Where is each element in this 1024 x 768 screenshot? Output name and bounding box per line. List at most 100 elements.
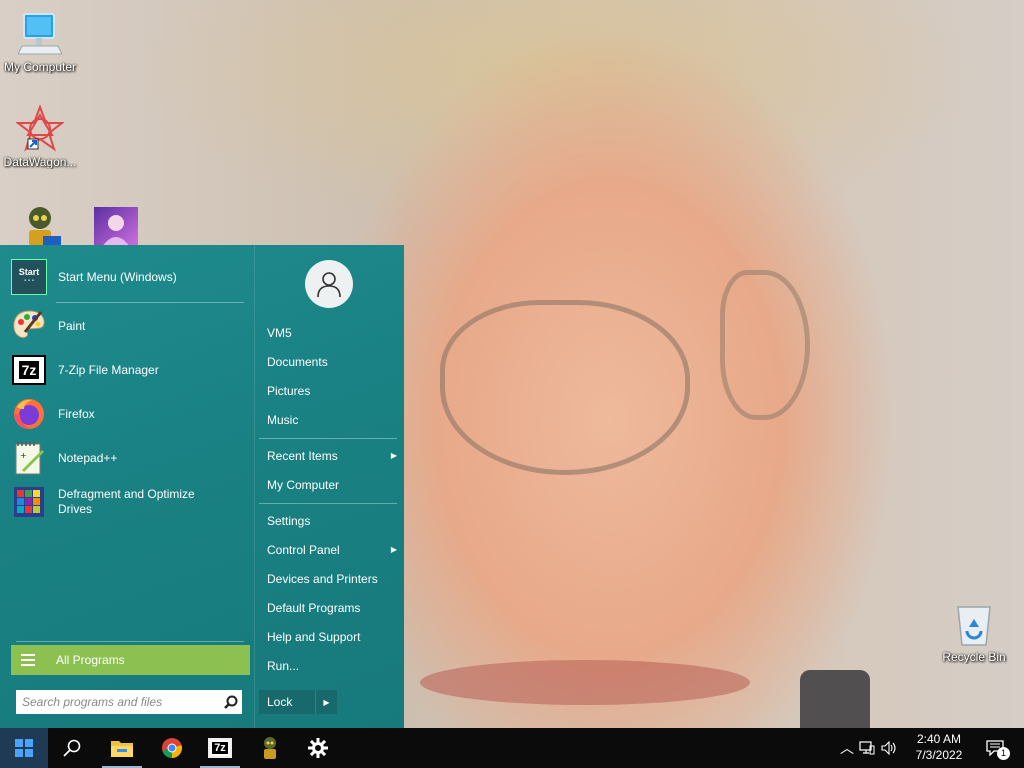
program-notepad-plus-plus[interactable]: + Notepad++ xyxy=(10,437,244,479)
menu-item-label: Settings xyxy=(267,514,311,528)
menu-item-documents[interactable]: Documents xyxy=(267,351,397,373)
volume-icon[interactable] xyxy=(878,741,900,755)
search-icon[interactable] xyxy=(220,695,242,709)
defrag-icon xyxy=(10,483,48,521)
user-avatar[interactable] xyxy=(305,260,353,308)
7zip-icon: 7z xyxy=(208,738,232,758)
menu-item-settings[interactable]: Settings xyxy=(267,510,397,532)
search-box[interactable] xyxy=(16,690,242,714)
menu-item-music[interactable]: Music xyxy=(267,409,397,431)
desktop-icon-label: Recycle Bin xyxy=(942,650,1006,664)
menu-item-label: Devices and Printers xyxy=(267,572,378,586)
menu-item-label: Run... xyxy=(267,659,300,673)
program-start-menu-windows[interactable]: Start ▪ ▪ ▪ Start Menu (Windows) xyxy=(10,256,244,298)
chevron-right-icon: ▶ xyxy=(390,545,397,554)
menu-item-recent-items[interactable]: Recent Items ▶ xyxy=(267,445,397,467)
separator xyxy=(259,438,397,439)
desktop-icon-my-computer[interactable]: My Computer xyxy=(0,10,80,74)
wallpaper-detail xyxy=(800,670,870,730)
menu-item-help-and-support[interactable]: Help and Support xyxy=(267,626,397,648)
menu-item-label: Pictures xyxy=(267,384,311,398)
settings-gear-icon xyxy=(308,738,328,758)
search-input[interactable] xyxy=(16,691,220,713)
program-label: Start Menu (Windows) xyxy=(58,269,177,284)
taskbar-clock[interactable]: 2:40 AM 7/3/2022 xyxy=(900,731,978,763)
robot-app-icon xyxy=(264,737,276,759)
user-icon xyxy=(317,272,341,298)
datawagon-icon xyxy=(16,105,64,153)
start-menu-programs-pane: Start ▪ ▪ ▪ Start Menu (Windows) Paint 7z xyxy=(0,245,254,728)
clock-date: 7/3/2022 xyxy=(915,748,963,762)
menu-item-label: My Computer xyxy=(267,478,340,492)
chrome-icon xyxy=(162,738,182,758)
start-menu-icon: Start ▪ ▪ ▪ xyxy=(10,258,48,296)
notification-badge: 1 xyxy=(997,747,1010,760)
taskbar-search-button[interactable] xyxy=(48,728,96,768)
list-icon xyxy=(21,651,35,669)
menu-item-my-computer[interactable]: My Computer xyxy=(267,474,397,496)
monitor-icon xyxy=(16,10,64,58)
program-label: 7-Zip File Manager xyxy=(58,362,159,377)
start-menu-places-pane: VM5 Documents Pictures Music Recent Item… xyxy=(254,245,404,728)
taskbar-chrome[interactable] xyxy=(148,728,196,768)
desktop-icon-label: My Computer xyxy=(3,60,77,74)
taskbar-file-explorer[interactable] xyxy=(98,728,146,768)
menu-item-label: Default Programs xyxy=(267,601,361,615)
taskbar-7zip[interactable]: 7z xyxy=(196,728,244,768)
recycle-bin-icon xyxy=(950,600,998,648)
lock-button[interactable]: Lock ▶ xyxy=(259,690,337,714)
notepad-plus-plus-icon: + xyxy=(10,439,48,477)
system-tray: ︿ xyxy=(838,728,900,768)
7zip-icon: 7z xyxy=(10,351,48,389)
separator xyxy=(16,641,244,642)
menu-item-default-programs[interactable]: Default Programs xyxy=(267,597,397,619)
wallpaper-detail xyxy=(720,270,810,420)
taskbar: 7z ︿ 2:40 AM 7/3/2022 1 xyxy=(0,728,1024,768)
program-paint[interactable]: Paint xyxy=(10,305,244,347)
menu-item-label: Control Panel xyxy=(267,543,340,557)
program-firefox[interactable]: Firefox xyxy=(10,393,244,435)
program-label: Firefox xyxy=(58,406,95,421)
menu-item-label: Music xyxy=(267,413,299,427)
program-7zip[interactable]: 7z 7-Zip File Manager xyxy=(10,349,244,391)
network-icon[interactable] xyxy=(856,741,878,755)
chevron-right-icon: ▶ xyxy=(390,451,397,460)
menu-item-label: VM5 xyxy=(267,326,292,340)
start-menu: Start ▪ ▪ ▪ Start Menu (Windows) Paint 7z xyxy=(0,245,404,728)
desktop-icon-datawagon[interactable]: DataWagon... xyxy=(0,105,80,169)
wallpaper-detail xyxy=(440,300,690,475)
separator xyxy=(56,302,244,303)
program-defragment[interactable]: Defragment and Optimize Drives xyxy=(10,481,244,523)
start-button[interactable] xyxy=(0,728,48,768)
menu-item-devices-and-printers[interactable]: Devices and Printers xyxy=(267,568,397,590)
all-programs-button[interactable]: All Programs xyxy=(11,645,250,675)
search-icon xyxy=(63,739,81,757)
menu-item-label: Recent Items xyxy=(267,449,338,463)
file-explorer-icon xyxy=(111,741,133,757)
chevron-up-icon[interactable]: ︿ xyxy=(838,738,856,758)
svg-text:+: + xyxy=(20,451,27,460)
taskbar-settings[interactable] xyxy=(294,728,342,768)
all-programs-label: All Programs xyxy=(56,653,125,667)
menu-item-label: Help and Support xyxy=(267,630,361,644)
firefox-icon xyxy=(10,395,48,433)
clock-time: 2:40 AM xyxy=(916,732,962,746)
anime-shortcut-icon xyxy=(92,203,140,251)
desktop-icon-label: DataWagon... xyxy=(3,155,77,169)
separator xyxy=(259,503,397,504)
wallpaper-detail xyxy=(420,660,750,705)
program-label: Notepad++ xyxy=(58,450,118,465)
menu-item-pictures[interactable]: Pictures xyxy=(267,380,397,402)
robot-shortcut-icon xyxy=(16,203,64,251)
action-center-button[interactable]: 1 xyxy=(980,728,1010,768)
desktop-icon-recycle-bin[interactable]: Recycle Bin xyxy=(934,600,1014,664)
power-options-arrow[interactable]: ▶ xyxy=(315,690,337,714)
menu-item-run[interactable]: Run... xyxy=(267,655,397,677)
menu-item-control-panel[interactable]: Control Panel ▶ xyxy=(267,539,397,561)
program-label: Defragment and Optimize Drives xyxy=(58,487,195,516)
lock-label: Lock xyxy=(267,695,293,709)
menu-item-label: Documents xyxy=(267,355,328,369)
notification-icon: 1 xyxy=(986,740,1010,760)
taskbar-robot-app[interactable] xyxy=(246,728,294,768)
menu-item-user[interactable]: VM5 xyxy=(267,322,397,344)
